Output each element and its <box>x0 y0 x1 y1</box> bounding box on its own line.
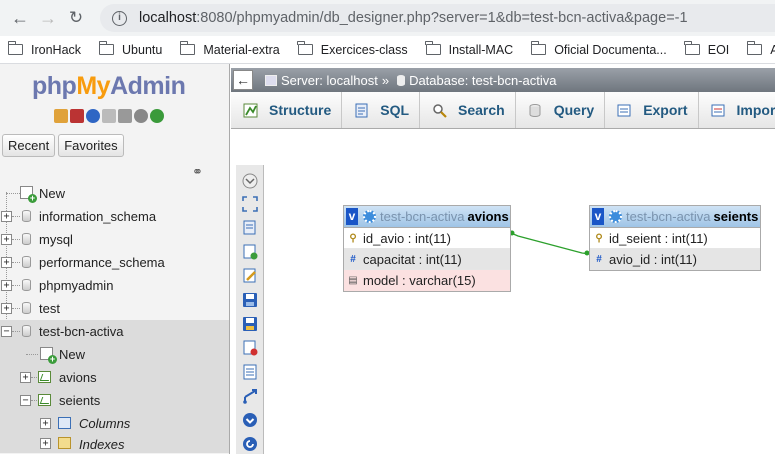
column-row[interactable]: # avio_id : int(11) <box>590 249 760 270</box>
gear-icon[interactable] <box>609 210 622 223</box>
toggle-columns-icon[interactable]: v <box>592 208 604 225</box>
column-row[interactable]: # capacitat : int(11) <box>344 249 510 270</box>
column-row[interactable]: ⚲ id_seient : int(11) <box>590 228 760 249</box>
column-row[interactable]: ▤ model : varchar(15) <box>344 270 510 291</box>
text-icon: ▤ <box>348 275 358 286</box>
hash-icon: # <box>350 253 356 265</box>
column-row[interactable]: ⚲ id_avio : int(11) <box>344 228 510 249</box>
designer-table-seients[interactable]: v test-bcn-activa seients ⚲ id_seient : i… <box>589 205 761 271</box>
key-icon: ⚲ <box>349 232 357 244</box>
table-header[interactable]: v test-bcn-activa seients <box>590 206 760 228</box>
key-icon: ⚲ <box>595 232 603 244</box>
toggle-columns-icon[interactable]: v <box>346 208 358 225</box>
hash-icon: # <box>596 254 602 265</box>
gear-icon[interactable] <box>363 210 376 223</box>
table-header[interactable]: v test-bcn-activa avions <box>344 206 510 228</box>
designer-table-avions[interactable]: v test-bcn-activa avions ⚲ id_avio : int(… <box>343 205 511 292</box>
